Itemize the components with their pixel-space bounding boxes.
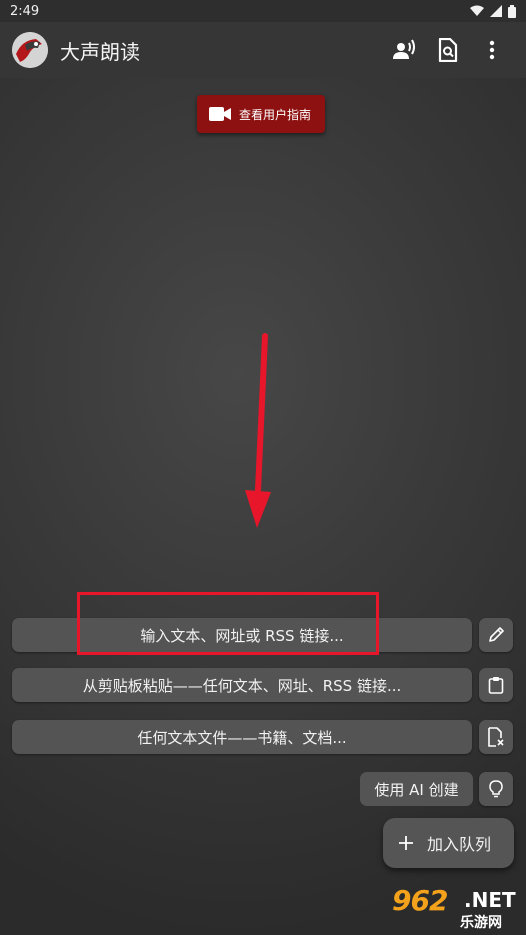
find-in-page-button[interactable] (426, 28, 470, 72)
any-file-button[interactable]: 任何文本文件——书籍、文档... (12, 720, 472, 754)
any-file-label: 任何文本文件——书籍、文档... (137, 728, 347, 747)
idea-button[interactable] (479, 772, 513, 806)
signal-icon (490, 5, 502, 17)
battery-icon (508, 4, 516, 18)
app-title: 大声朗读 (60, 39, 140, 64)
plus-icon (399, 836, 413, 850)
clipboard-button[interactable] (479, 668, 513, 702)
add-to-queue-label: 加入队列 (427, 835, 492, 854)
watermark-logo: 962 .NET 乐游网 (388, 884, 522, 932)
clipboard-icon (488, 677, 504, 694)
record-voice-icon (393, 39, 415, 59)
app-logo-icon (12, 32, 48, 68)
status-time: 2:49 (10, 3, 40, 19)
add-to-queue-button[interactable]: 加入队列 (383, 818, 514, 868)
watermark-sub: 乐游网 (460, 915, 502, 931)
app-logo (12, 32, 48, 68)
watermark-net: .NET (464, 888, 516, 912)
status-icons (470, 4, 516, 18)
ai-create-button[interactable]: 使用 AI 创建 (360, 772, 473, 806)
watermark-number: 962 (392, 884, 448, 917)
file-button[interactable] (479, 720, 513, 754)
wifi-icon (470, 5, 484, 16)
paste-clipboard-label: 从剪贴板粘贴——任何文本、网址、RSS 链接... (82, 676, 402, 695)
input-text-label: 输入文本、网址或 RSS 链接... (140, 626, 344, 645)
more-options-button[interactable] (470, 28, 514, 72)
videocam-icon (209, 107, 231, 121)
voice-button[interactable] (382, 28, 426, 72)
user-guide-button[interactable]: 查看用户指南 (197, 95, 325, 133)
paste-clipboard-button[interactable]: 从剪贴板粘贴——任何文本、网址、RSS 链接... (12, 668, 472, 702)
edit-button[interactable] (479, 618, 513, 652)
status-bar: 2:49 (0, 0, 526, 22)
annotation-arrow (245, 333, 271, 528)
pencil-icon (489, 627, 504, 642)
app-bar: 大声朗读 (0, 22, 526, 78)
ai-create-label: 使用 AI 创建 (374, 780, 459, 799)
user-guide-label: 查看用户指南 (239, 107, 312, 122)
more-vert-icon (489, 40, 495, 60)
input-text-button[interactable]: 输入文本、网址或 RSS 链接... (12, 618, 472, 652)
file-remove-icon (488, 727, 504, 747)
find-in-page-icon (438, 38, 458, 62)
lightbulb-icon (489, 780, 503, 798)
